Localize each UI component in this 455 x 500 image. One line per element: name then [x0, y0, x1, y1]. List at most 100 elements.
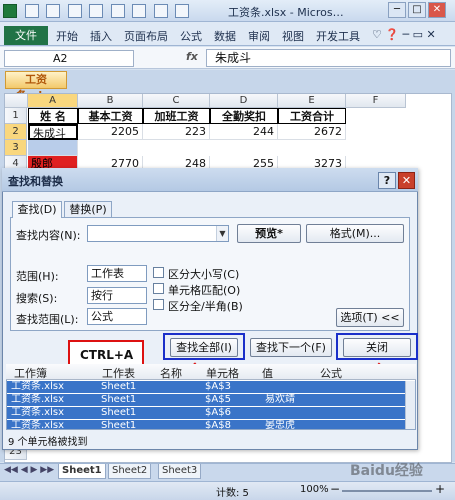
print-preview-icon[interactable] — [110, 4, 125, 18]
close-window-button[interactable]: ✕ — [428, 2, 446, 18]
column-header-d[interactable]: D — [210, 94, 278, 108]
results-header-name[interactable]: 名称 — [160, 365, 182, 381]
cell-a2[interactable]: 朱成斗 — [28, 124, 78, 140]
save-icon[interactable] — [24, 4, 39, 18]
look-in-label: 查找范围(L): — [16, 313, 79, 326]
tab-page-layout[interactable]: 页面布局 — [124, 28, 168, 44]
ribbon-right-icons[interactable]: ♡ ❓ ─ ▭ ✕ — [372, 28, 436, 41]
results-header-formula[interactable]: 公式 — [320, 365, 342, 381]
result-cell: $A$3 — [205, 381, 231, 392]
cell-header-name[interactable]: 姓 名 — [28, 108, 78, 124]
result-book: 工资条.xlsx — [11, 420, 65, 429]
match-case-checkbox[interactable] — [153, 267, 164, 278]
cell-header-overtime[interactable]: 加班工资 — [143, 108, 210, 124]
find-what-input[interactable]: ▼ — [87, 225, 229, 242]
excel-logo-icon — [3, 4, 17, 18]
zoom-slider[interactable] — [342, 490, 432, 492]
result-value: 晏忠虎 — [265, 420, 295, 429]
name-box[interactable]: A2 — [4, 50, 134, 67]
dialog-close-icon[interactable]: ✕ — [398, 172, 415, 189]
row-header[interactable]: 2 — [5, 124, 27, 140]
tab-formulas[interactable]: 公式 — [180, 28, 202, 44]
find-next-button[interactable]: 查找下一个(F) — [250, 338, 332, 357]
results-header-sheet[interactable]: 工作表 — [102, 365, 135, 381]
cell-header-attendance[interactable]: 全勤奖扣 — [210, 108, 278, 124]
tab-view[interactable]: 视图 — [282, 28, 304, 44]
result-row[interactable]: 工资条.xlsx Sheet1 $A$8 晏忠虎 — [7, 420, 405, 429]
maximize-button[interactable]: □ — [408, 2, 426, 18]
match-width-checkbox[interactable] — [153, 299, 164, 310]
result-value: 易欢靖 — [265, 394, 295, 405]
redo-icon[interactable] — [67, 4, 82, 18]
cell-header-base[interactable]: 基本工资 — [78, 108, 143, 124]
tab-insert[interactable]: 插入 — [90, 28, 112, 44]
sum-icon[interactable] — [153, 4, 168, 18]
result-sheet: Sheet1 — [101, 394, 137, 405]
results-status: 9 个单元格被找到 — [8, 437, 88, 448]
select-all-corner[interactable] — [5, 94, 28, 108]
format-painter-icon[interactable] — [132, 4, 146, 18]
new-icon[interactable] — [89, 4, 103, 18]
within-label: 范围(H): — [16, 270, 59, 283]
sheet-tab-1[interactable]: Sheet1 — [58, 464, 106, 479]
column-header-b[interactable]: B — [78, 94, 143, 108]
results-header-value[interactable]: 值 — [262, 365, 273, 381]
column-header-f[interactable]: F — [346, 94, 406, 108]
undo-icon[interactable] — [46, 4, 60, 18]
cell-e2[interactable]: 2672 — [278, 124, 346, 140]
preview-button[interactable]: 预览* — [237, 224, 301, 243]
column-header-e[interactable]: E — [278, 94, 346, 108]
minimize-button[interactable]: ─ — [388, 2, 406, 18]
zoom-level[interactable]: 100% — [300, 484, 329, 495]
tab-review[interactable]: 审阅 — [248, 28, 270, 44]
tab-data[interactable]: 数据 — [214, 28, 236, 44]
result-row[interactable]: 工资条.xlsx Sheet1 $A$6 — [7, 407, 405, 419]
match-cell-checkbox[interactable] — [153, 283, 164, 294]
tab-home[interactable]: 开始 — [56, 28, 78, 44]
result-row[interactable]: 工资条.xlsx Sheet1 $A$3 — [7, 381, 405, 393]
results-header-cell[interactable]: 单元格 — [206, 365, 239, 381]
within-select[interactable]: 工作表 — [87, 265, 147, 282]
help-button[interactable]: ? — [378, 172, 396, 189]
tab-replace[interactable]: 替换(P) — [64, 201, 112, 218]
sheet-tab-2[interactable]: Sheet2 — [108, 464, 152, 479]
result-row[interactable]: 工资条.xlsx Sheet1 $A$5 易欢靖 — [7, 394, 405, 406]
find-what-label: 查找内容(N): — [16, 229, 81, 242]
row-header[interactable]: 3 — [5, 140, 27, 156]
results-header-book[interactable]: 工作簿 — [14, 365, 47, 381]
format-button[interactable]: 格式(M)... — [306, 224, 404, 243]
chevron-down-icon[interactable]: ▼ — [216, 226, 228, 241]
tab-developer[interactable]: 开发工具 — [316, 28, 360, 44]
workbook-tab[interactable]: 工资条.xlsx — [5, 71, 67, 102]
sort-icon[interactable] — [175, 4, 189, 18]
row-header[interactable]: 1 — [5, 108, 27, 124]
result-cell: $A$8 — [205, 420, 231, 429]
cell-c2[interactable]: 223 — [143, 124, 210, 140]
close-button[interactable]: 关闭 — [343, 338, 411, 357]
cell-a3[interactable] — [28, 140, 78, 156]
column-header-a[interactable]: A — [28, 94, 78, 108]
look-in-select[interactable]: 公式 — [87, 308, 147, 325]
find-all-button[interactable]: 查找全部(I) — [170, 338, 238, 357]
result-sheet: Sheet1 — [101, 381, 137, 392]
result-sheet: Sheet1 — [101, 407, 137, 418]
file-tab[interactable]: 文件 — [4, 26, 48, 45]
result-book: 工资条.xlsx — [11, 381, 65, 392]
result-cell: $A$5 — [205, 394, 231, 405]
sheet-tab-3[interactable]: Sheet3 — [158, 464, 202, 479]
dialog-title-bar[interactable] — [2, 168, 418, 192]
results-scrollbar[interactable] — [405, 381, 415, 429]
zoom-in-button[interactable]: + — [435, 482, 445, 496]
search-select[interactable]: 按行 — [87, 287, 147, 304]
tab-find[interactable]: 查找(D) — [12, 201, 62, 218]
column-header-c[interactable]: C — [143, 94, 210, 108]
cell-d2[interactable]: 244 — [210, 124, 278, 140]
fx-icon[interactable]: fx — [186, 50, 198, 63]
cell-b2[interactable]: 2205 — [78, 124, 143, 140]
options-button[interactable]: 选项(T) << — [336, 308, 404, 327]
zoom-out-button[interactable]: − — [330, 482, 340, 496]
result-sheet: Sheet1 — [101, 420, 137, 429]
formula-input[interactable]: 朱成斗 — [206, 49, 451, 67]
cell-header-total[interactable]: 工资合计 — [278, 108, 346, 124]
sheet-nav-icons[interactable]: ◀◀ ◀ ▶ ▶▶ — [4, 465, 54, 475]
